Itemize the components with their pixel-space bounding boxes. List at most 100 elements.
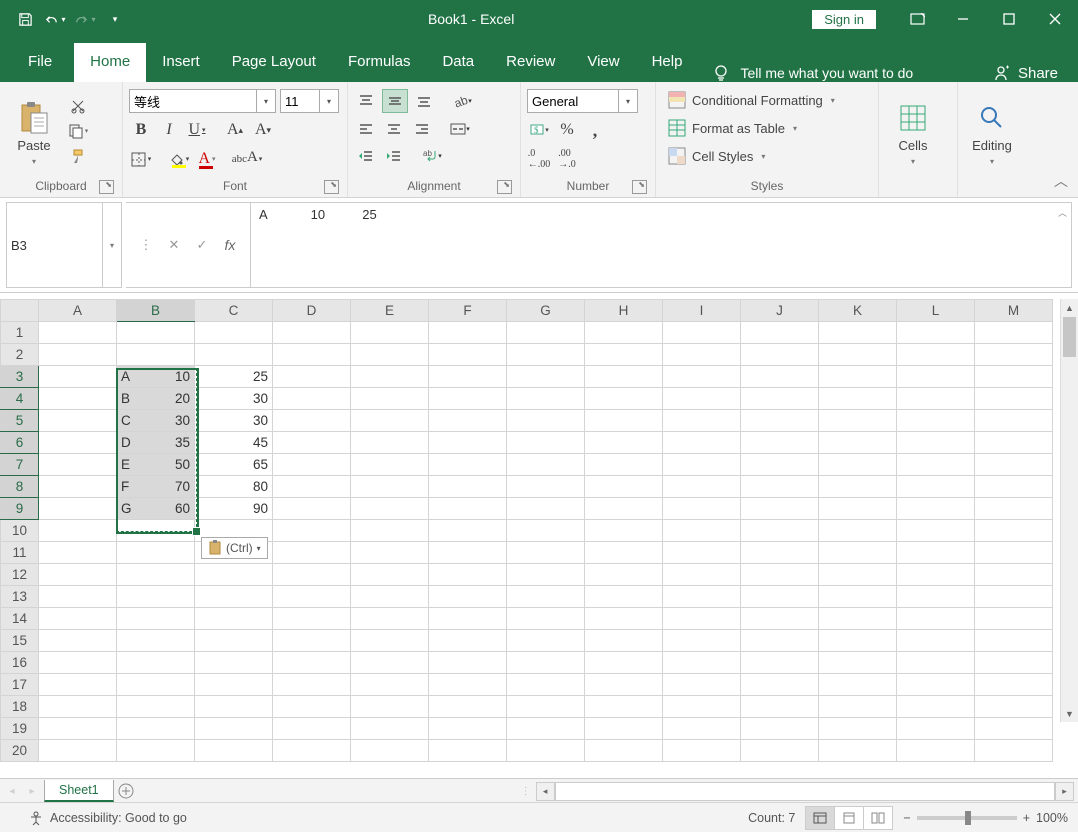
sheet-tab-sheet1[interactable]: Sheet1 xyxy=(44,780,114,802)
cell-F1[interactable] xyxy=(429,322,507,344)
decrease-decimal-button[interactable]: .00→.0 xyxy=(555,147,579,171)
col-header-J[interactable]: J xyxy=(741,300,819,322)
cell-A8[interactable] xyxy=(39,476,117,498)
paste-options-button[interactable]: (Ctrl)▾ xyxy=(201,537,268,559)
cell-K15[interactable] xyxy=(819,630,897,652)
cell-M14[interactable] xyxy=(975,608,1053,630)
cell-K2[interactable] xyxy=(819,344,897,366)
cell-A17[interactable] xyxy=(39,674,117,696)
cell-H20[interactable] xyxy=(585,740,663,762)
row-header-18[interactable]: 18 xyxy=(1,696,39,718)
phonetic-button[interactable]: abcA▾ xyxy=(235,147,259,171)
alignment-dialog-launcher[interactable]: ⬊ xyxy=(497,180,512,194)
cell-A16[interactable] xyxy=(39,652,117,674)
cell-C17[interactable] xyxy=(195,674,273,696)
page-layout-view-button[interactable] xyxy=(834,806,863,830)
cell-B15[interactable] xyxy=(117,630,195,652)
cell-M11[interactable] xyxy=(975,542,1053,564)
row-header-10[interactable]: 10 xyxy=(1,520,39,542)
cell-L20[interactable] xyxy=(897,740,975,762)
cell-F8[interactable] xyxy=(429,476,507,498)
cell-E17[interactable] xyxy=(351,674,429,696)
cell-D1[interactable] xyxy=(273,322,351,344)
zoom-out-button[interactable]: − xyxy=(903,811,910,825)
align-right-button[interactable] xyxy=(410,118,434,140)
scroll-down-button[interactable]: ▼ xyxy=(1061,705,1078,722)
new-sheet-button[interactable] xyxy=(114,783,138,799)
cell-L14[interactable] xyxy=(897,608,975,630)
cell-B12[interactable] xyxy=(117,564,195,586)
cell-E19[interactable] xyxy=(351,718,429,740)
align-left-button[interactable] xyxy=(354,118,378,140)
zoom-slider[interactable] xyxy=(917,816,1017,820)
cell-A12[interactable] xyxy=(39,564,117,586)
cell-B9[interactable]: G60 xyxy=(117,498,195,520)
cell-B14[interactable] xyxy=(117,608,195,630)
cell-H18[interactable] xyxy=(585,696,663,718)
cell-J18[interactable] xyxy=(741,696,819,718)
share-button[interactable]: Share xyxy=(992,64,1058,82)
number-dialog-launcher[interactable]: ⬊ xyxy=(632,180,647,194)
cell-D10[interactable] xyxy=(273,520,351,542)
cell-L15[interactable] xyxy=(897,630,975,652)
cell-C3[interactable]: 25 xyxy=(195,366,273,388)
cell-H11[interactable] xyxy=(585,542,663,564)
font-dialog-launcher[interactable]: ⬊ xyxy=(324,180,339,194)
cell-K13[interactable] xyxy=(819,586,897,608)
close-button[interactable] xyxy=(1032,0,1078,38)
cell-E14[interactable] xyxy=(351,608,429,630)
cell-A18[interactable] xyxy=(39,696,117,718)
cell-L11[interactable] xyxy=(897,542,975,564)
cell-F20[interactable] xyxy=(429,740,507,762)
cell-I13[interactable] xyxy=(663,586,741,608)
cell-E5[interactable] xyxy=(351,410,429,432)
copy-button[interactable]: ▾ xyxy=(66,120,90,142)
cell-H14[interactable] xyxy=(585,608,663,630)
cell-F2[interactable] xyxy=(429,344,507,366)
underline-button[interactable]: U▾ xyxy=(185,118,209,142)
cell-A6[interactable] xyxy=(39,432,117,454)
cell-L17[interactable] xyxy=(897,674,975,696)
cell-J11[interactable] xyxy=(741,542,819,564)
cell-B18[interactable] xyxy=(117,696,195,718)
cell-B5[interactable]: C30 xyxy=(117,410,195,432)
cell-F6[interactable] xyxy=(429,432,507,454)
scroll-thumb[interactable] xyxy=(1063,317,1076,357)
cell-B11[interactable] xyxy=(117,542,195,564)
signin-button[interactable]: Sign in xyxy=(812,10,876,29)
cell-B19[interactable] xyxy=(117,718,195,740)
cell-H9[interactable] xyxy=(585,498,663,520)
grid[interactable]: ABCDEFGHIJKLM123A10254B20305C30306D35457… xyxy=(0,299,1078,778)
cell-J9[interactable] xyxy=(741,498,819,520)
editing-button[interactable]: Editing▾ xyxy=(964,85,1020,177)
cell-K16[interactable] xyxy=(819,652,897,674)
horizontal-scrollbar[interactable]: ◂ ▸ xyxy=(536,782,1074,801)
cell-L13[interactable] xyxy=(897,586,975,608)
cell-F10[interactable] xyxy=(429,520,507,542)
cell-G3[interactable] xyxy=(507,366,585,388)
accessibility-status[interactable]: Accessibility: Good to go xyxy=(28,810,187,826)
cells-button[interactable]: Cells▾ xyxy=(885,85,941,177)
cell-I6[interactable] xyxy=(663,432,741,454)
cell-E12[interactable] xyxy=(351,564,429,586)
cell-J2[interactable] xyxy=(741,344,819,366)
scroll-up-button[interactable]: ▲ xyxy=(1061,299,1078,316)
cell-A2[interactable] xyxy=(39,344,117,366)
align-middle-button[interactable] xyxy=(382,89,408,113)
save-button[interactable] xyxy=(10,4,40,34)
align-center-button[interactable] xyxy=(382,118,406,140)
cell-C6[interactable]: 45 xyxy=(195,432,273,454)
cell-A15[interactable] xyxy=(39,630,117,652)
cell-E7[interactable] xyxy=(351,454,429,476)
col-header-M[interactable]: M xyxy=(975,300,1053,322)
cell-J13[interactable] xyxy=(741,586,819,608)
cell-E9[interactable] xyxy=(351,498,429,520)
cell-G4[interactable] xyxy=(507,388,585,410)
cell-G7[interactable] xyxy=(507,454,585,476)
cell-M1[interactable] xyxy=(975,322,1053,344)
cell-A20[interactable] xyxy=(39,740,117,762)
cell-G20[interactable] xyxy=(507,740,585,762)
cell-I19[interactable] xyxy=(663,718,741,740)
vertical-scrollbar[interactable]: ▲ ▼ xyxy=(1060,299,1078,722)
cell-I20[interactable] xyxy=(663,740,741,762)
